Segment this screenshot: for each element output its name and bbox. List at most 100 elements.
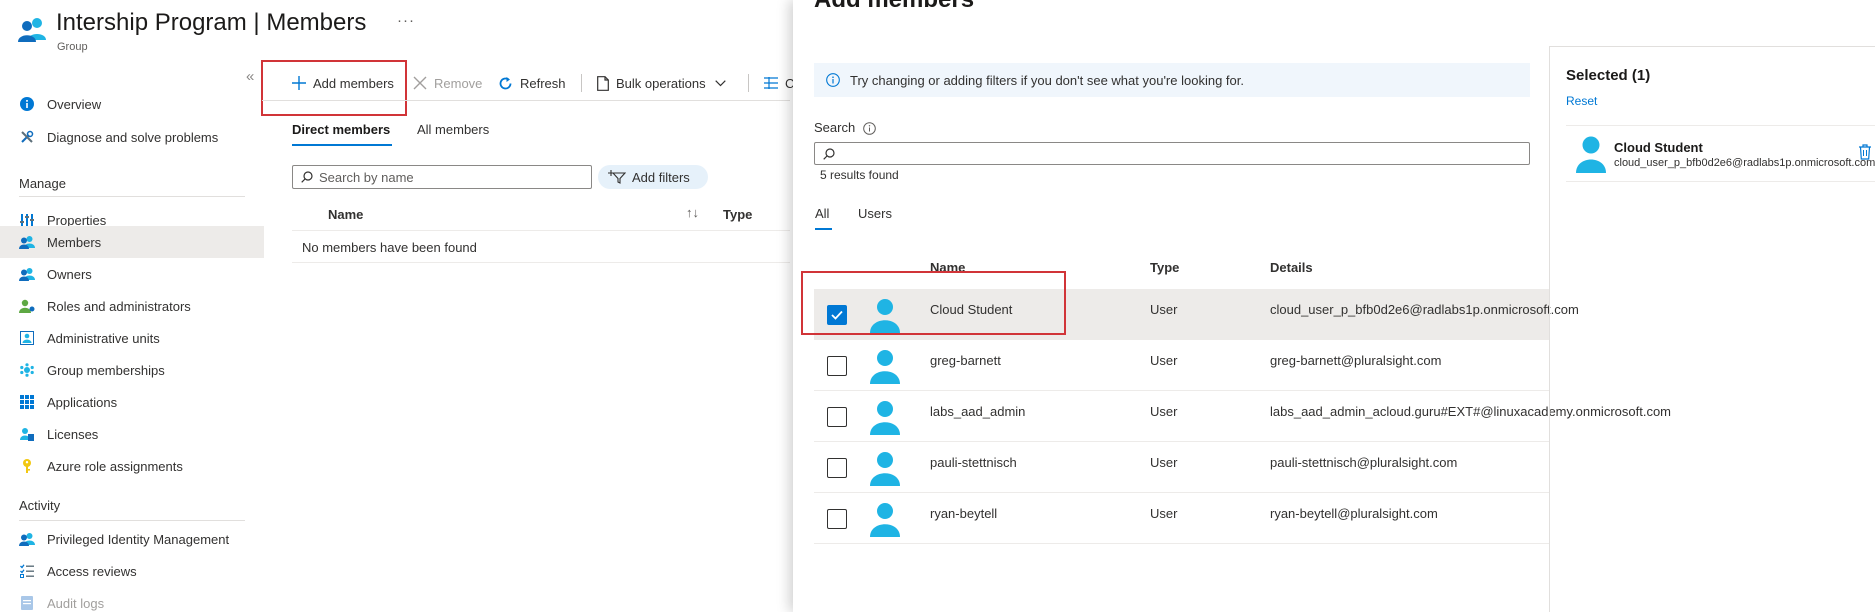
collapse-sidebar-button[interactable]: « bbox=[246, 68, 254, 85]
sidebar-item-roles[interactable]: Roles and administrators bbox=[0, 290, 264, 322]
empty-state-message: No members have been found bbox=[302, 240, 477, 255]
row-details: greg-barnett@pluralsight.com bbox=[1270, 353, 1442, 368]
sidebar-item-access-reviews[interactable]: Access reviews bbox=[0, 555, 264, 587]
column-header-details[interactable]: Details bbox=[1270, 260, 1313, 275]
row-checkbox[interactable] bbox=[827, 407, 847, 427]
toolbar-divider bbox=[581, 74, 582, 92]
row-details: ryan-beytell@pluralsight.com bbox=[1270, 506, 1438, 521]
row-name: labs_aad_admin bbox=[930, 404, 1026, 419]
user-avatar-icon bbox=[1574, 135, 1608, 173]
page-title-page: Members bbox=[266, 9, 367, 36]
tab-all-members[interactable]: All members bbox=[417, 122, 489, 137]
bulk-operations-label: Bulk operations bbox=[616, 75, 706, 91]
info-message-bar: Try changing or adding filters if you do… bbox=[814, 63, 1530, 97]
group-icon bbox=[18, 16, 48, 42]
user-search-box[interactable] bbox=[814, 142, 1530, 165]
search-label: Search bbox=[814, 120, 856, 135]
more-options-button[interactable]: ··· bbox=[397, 12, 415, 29]
add-members-label: Add members bbox=[313, 75, 394, 91]
row-name: ryan-beytell bbox=[930, 506, 998, 521]
sort-icon[interactable]: ↑↓ bbox=[686, 205, 699, 220]
sidebar-item-label: Diagnose and solve problems bbox=[47, 129, 219, 145]
group-memberships-icon bbox=[19, 362, 35, 378]
chevron-down-icon bbox=[714, 79, 726, 87]
table-row[interactable]: ryan-beytell User ryan-beytell@pluralsig… bbox=[814, 493, 1550, 544]
column-header-type[interactable]: Type bbox=[723, 207, 752, 222]
sidebar-item-label: Access reviews bbox=[47, 563, 137, 579]
panel-title: Add members bbox=[814, 0, 974, 14]
user-search-input[interactable] bbox=[841, 146, 1521, 161]
row-checkbox[interactable] bbox=[827, 458, 847, 478]
access-reviews-icon bbox=[19, 563, 35, 579]
sidebar-section-activity: Activity bbox=[19, 498, 61, 513]
add-filters-button[interactable]: Add filters bbox=[598, 165, 708, 189]
sidebar-item-members[interactable]: Members bbox=[0, 226, 264, 258]
sidebar-item-label: Roles and administrators bbox=[47, 298, 191, 314]
sidebar-item-applications[interactable]: Applications bbox=[0, 386, 264, 418]
page-title-group: Intership Program bbox=[56, 9, 247, 36]
sidebar-item-owners[interactable]: Owners bbox=[0, 258, 264, 290]
sidebar-item-admin-units[interactable]: Administrative units bbox=[0, 322, 264, 354]
row-details: cloud_user_p_bfb0d2e6@radlabs1p.onmicros… bbox=[1270, 302, 1579, 317]
column-header-type[interactable]: Type bbox=[1150, 260, 1179, 275]
row-checkbox[interactable] bbox=[827, 305, 847, 325]
document-icon bbox=[597, 75, 609, 91]
sidebar-item-audit-logs[interactable]: Audit logs bbox=[0, 587, 264, 612]
table-row[interactable]: labs_aad_admin User labs_aad_admin_aclou… bbox=[814, 391, 1671, 442]
add-members-panel: Add members Try changing or adding filte… bbox=[793, 0, 1875, 612]
sidebar-item-label: Overview bbox=[47, 96, 102, 112]
user-avatar-icon bbox=[867, 297, 903, 333]
sidebar-item-pim[interactable]: Privileged Identity Management bbox=[0, 523, 264, 555]
selected-item: Cloud Student cloud_user_p_bfb0d2e6@radl… bbox=[1566, 125, 1875, 182]
columns-icon bbox=[764, 77, 778, 89]
reset-link[interactable]: Reset bbox=[1566, 94, 1597, 108]
table-divider bbox=[292, 262, 790, 263]
sidebar-item-licenses[interactable]: Licenses bbox=[0, 418, 264, 450]
column-header-name[interactable]: Name bbox=[930, 260, 965, 275]
panel-divider bbox=[1549, 46, 1550, 612]
tab-all[interactable]: All bbox=[815, 206, 829, 221]
bulk-operations-button[interactable]: Bulk operations bbox=[597, 72, 726, 94]
page-title-separator: | bbox=[246, 9, 267, 36]
column-header-name[interactable]: Name bbox=[328, 207, 363, 222]
delete-icon[interactable] bbox=[1859, 144, 1871, 160]
sidebar-item-label: Owners bbox=[47, 266, 92, 282]
applications-icon bbox=[19, 394, 35, 410]
member-search-input[interactable] bbox=[319, 169, 579, 185]
info-icon[interactable] bbox=[863, 122, 876, 135]
table-row[interactable]: greg-barnett User greg-barnett@pluralsig… bbox=[814, 340, 1550, 391]
table-row[interactable]: Cloud Student User cloud_user_p_bfb0d2e6… bbox=[814, 289, 1579, 340]
tab-users[interactable]: Users bbox=[858, 206, 892, 221]
selected-title: Selected (1) bbox=[1566, 67, 1651, 84]
tab-direct-members[interactable]: Direct members bbox=[292, 122, 390, 137]
remove-button[interactable]: Remove bbox=[413, 72, 482, 94]
admin-units-icon bbox=[19, 330, 35, 346]
pim-icon bbox=[19, 531, 35, 547]
sidebar-item-diagnose[interactable]: Diagnose and solve problems bbox=[0, 121, 264, 153]
user-avatar-icon bbox=[867, 501, 903, 537]
sidebar-item-label: Administrative units bbox=[47, 330, 160, 346]
sidebar-item-azure-role-assignments[interactable]: Azure role assignments bbox=[0, 450, 264, 482]
search-icon bbox=[301, 171, 313, 183]
row-checkbox[interactable] bbox=[827, 509, 847, 529]
columns-button[interactable]: C bbox=[764, 72, 794, 94]
key-icon bbox=[19, 458, 35, 474]
sidebar-item-overview[interactable]: Overview bbox=[0, 88, 264, 120]
sidebar-divider bbox=[19, 520, 245, 521]
row-type: User bbox=[1150, 302, 1178, 317]
table-row[interactable]: pauli-stettnisch User pauli-stettnisch@p… bbox=[814, 442, 1550, 493]
row-name: pauli-stettnisch bbox=[930, 455, 1017, 470]
audit-logs-icon bbox=[19, 595, 35, 611]
selected-item-name: Cloud Student bbox=[1614, 140, 1703, 155]
user-avatar-icon bbox=[867, 348, 903, 384]
row-details: labs_aad_admin_acloud.guru#EXT#@linuxaca… bbox=[1270, 404, 1672, 419]
selected-item-email: cloud_user_p_bfb0d2e6@radlabs1p.onmicros… bbox=[1614, 157, 1875, 169]
page-title: Intership Program | Members bbox=[56, 9, 366, 37]
row-checkbox[interactable] bbox=[827, 356, 847, 376]
refresh-button[interactable]: Refresh bbox=[498, 72, 566, 94]
sidebar-item-group-memberships[interactable]: Group memberships bbox=[0, 354, 264, 386]
search-icon bbox=[823, 147, 835, 160]
member-search-box[interactable] bbox=[292, 165, 592, 189]
toolbar-divider bbox=[262, 100, 790, 101]
add-members-button[interactable]: Add members bbox=[292, 72, 394, 94]
